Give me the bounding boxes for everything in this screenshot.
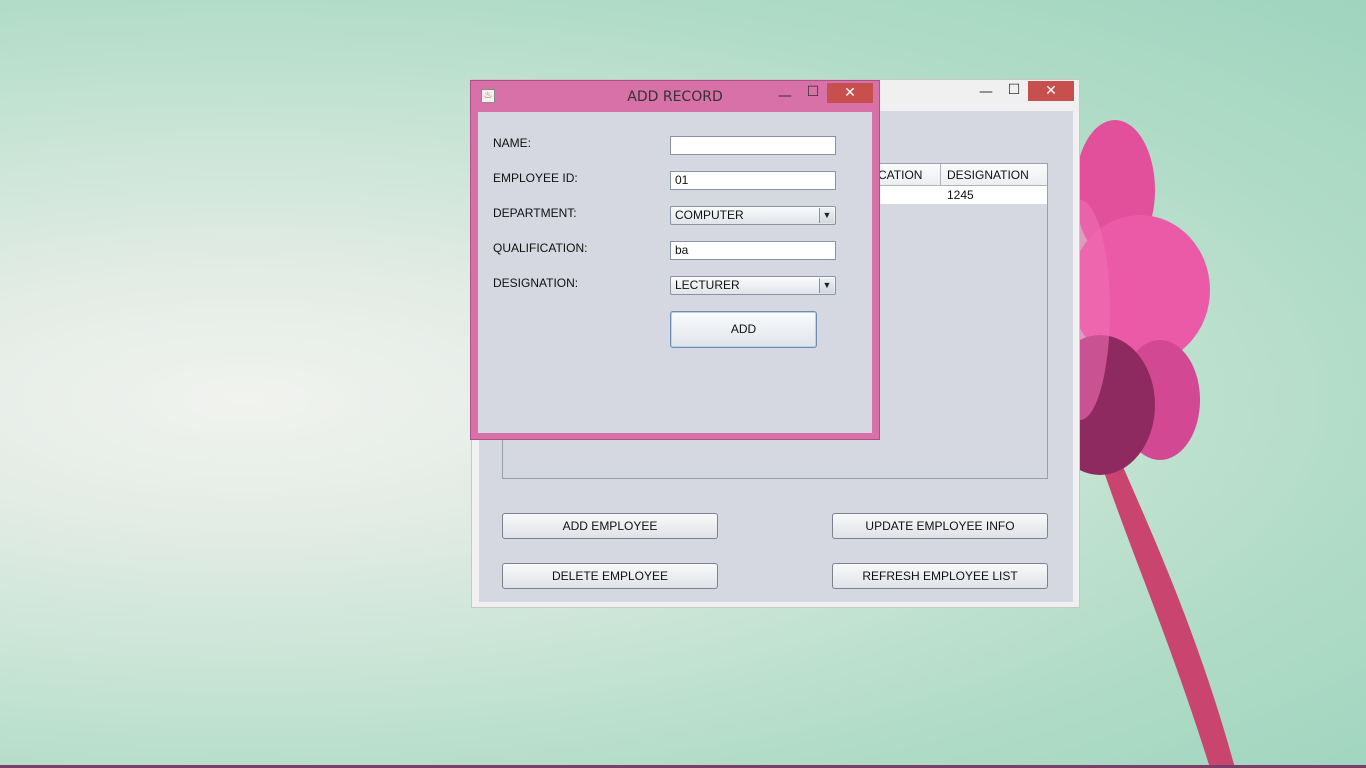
designation-select[interactable]: LECTURER ▼ bbox=[670, 276, 836, 295]
qualification-field[interactable] bbox=[670, 241, 836, 260]
delete-employee-button[interactable]: DELETE EMPLOYEE bbox=[502, 563, 718, 589]
table-cell[interactable] bbox=[872, 186, 941, 204]
refresh-employee-list-button[interactable]: REFRESH EMPLOYEE LIST bbox=[832, 563, 1048, 589]
close-icon[interactable]: ✕ bbox=[1028, 81, 1074, 101]
maximize-icon[interactable]: ☐ bbox=[1000, 80, 1028, 100]
designation-label: DESIGNATION: bbox=[493, 276, 579, 290]
add-record-dialog: ♨ ADD RECORD — ☐ ✕ NAME: EMPLOYEE ID: DE… bbox=[470, 80, 880, 440]
department-select[interactable]: COMPUTER ▼ bbox=[670, 206, 836, 225]
table-cell[interactable]: 1245 bbox=[941, 186, 1047, 204]
maximize-icon[interactable]: ☐ bbox=[799, 82, 827, 102]
designation-value: LECTURER bbox=[675, 278, 740, 292]
add-employee-button[interactable]: ADD EMPLOYEE bbox=[502, 513, 718, 539]
department-label: DEPARTMENT: bbox=[493, 206, 577, 220]
chevron-down-icon[interactable]: ▼ bbox=[819, 208, 834, 223]
name-field[interactable] bbox=[670, 136, 836, 155]
dialog-client-area: NAME: EMPLOYEE ID: DEPARTMENT: COMPUTER … bbox=[478, 112, 872, 433]
add-button[interactable]: ADD bbox=[670, 311, 817, 348]
minimize-icon[interactable]: — bbox=[972, 82, 1000, 102]
department-value: COMPUTER bbox=[675, 208, 744, 222]
employee-id-label: EMPLOYEE ID: bbox=[493, 171, 578, 185]
close-icon[interactable]: ✕ bbox=[827, 83, 873, 103]
employee-id-field[interactable] bbox=[670, 171, 836, 190]
name-label: NAME: bbox=[493, 136, 532, 150]
column-header-qualification[interactable]: CATION bbox=[872, 164, 941, 186]
update-employee-button[interactable]: UPDATE EMPLOYEE INFO bbox=[832, 513, 1048, 539]
column-header-designation[interactable]: DESIGNATION bbox=[941, 164, 1047, 186]
qualification-label: QUALIFICATION: bbox=[493, 241, 588, 255]
flower-wallpaper-image bbox=[1060, 120, 1235, 768]
chevron-down-icon[interactable]: ▼ bbox=[819, 278, 834, 293]
minimize-icon[interactable]: — bbox=[771, 86, 799, 106]
